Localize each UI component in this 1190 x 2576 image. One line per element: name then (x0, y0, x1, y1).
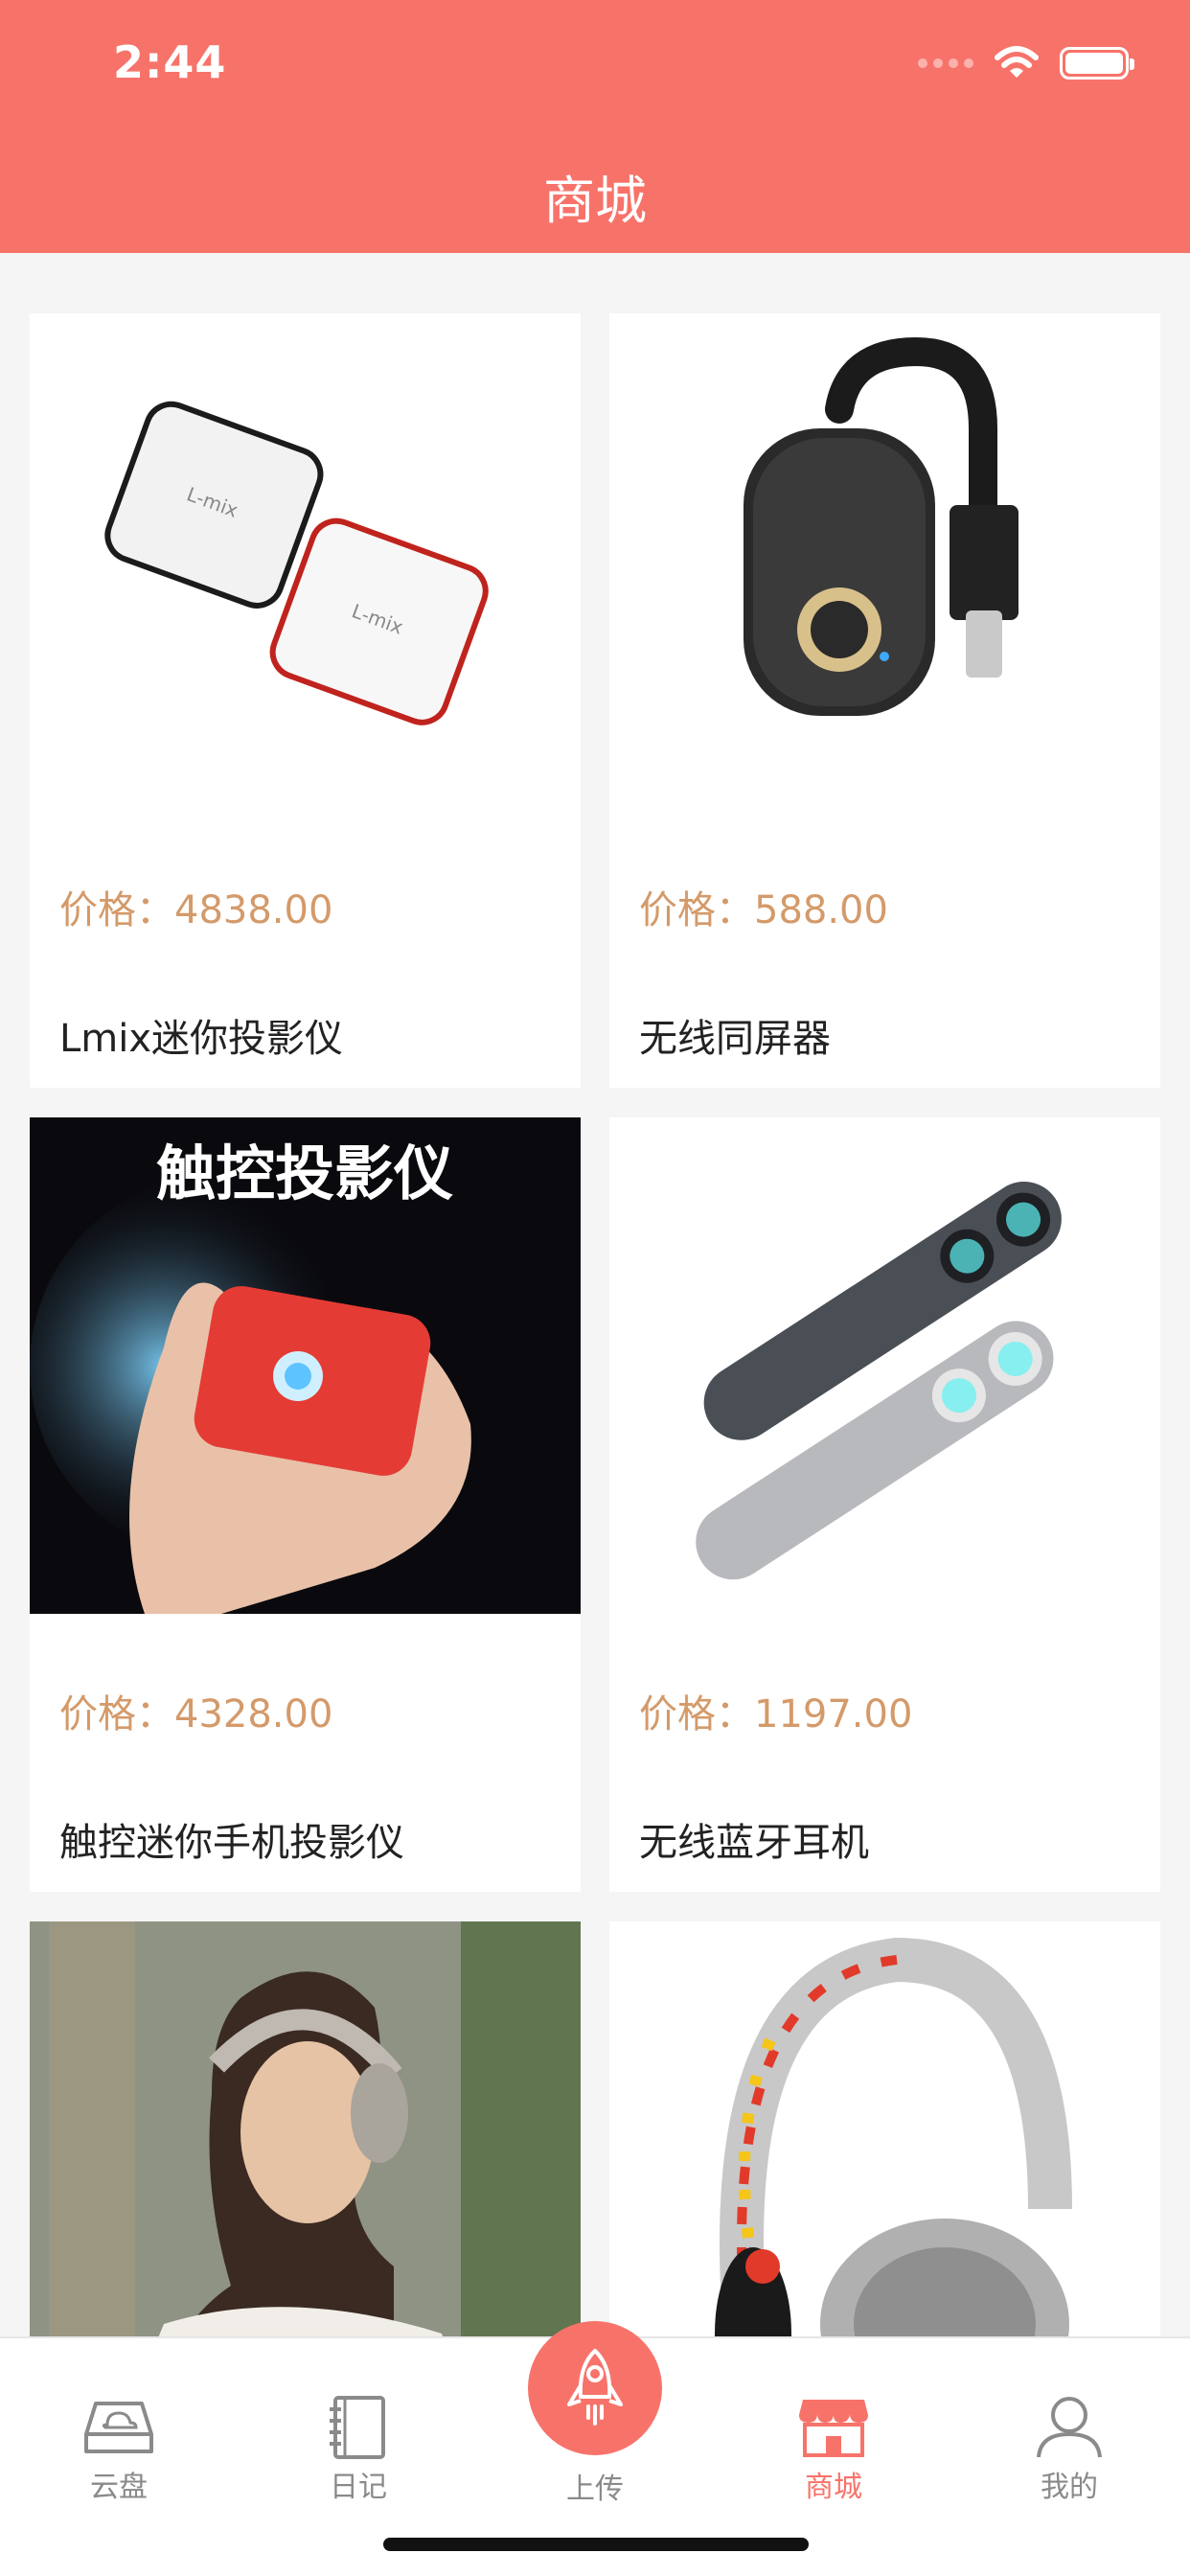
status-icons (918, 46, 1134, 80)
product-name: Lmix迷你投影仪 (59, 1017, 344, 1061)
page-title: 商城 (543, 171, 647, 231)
product-image[interactable] (609, 1117, 1160, 1614)
product-image[interactable]: 触控投影仪 (30, 1117, 581, 1614)
upload-label: 上传 (566, 2472, 624, 2506)
product-card[interactable] (609, 1921, 1160, 2336)
tab-label: 我的 (1041, 2471, 1098, 2504)
battery-icon (1060, 47, 1134, 80)
home-indicator (383, 2538, 809, 2551)
wifi-icon (995, 46, 1039, 78)
product-image[interactable] (609, 313, 1160, 810)
rocket-icon (567, 2349, 623, 2426)
tab-cloud-disk[interactable]: 云盘 (42, 2396, 195, 2505)
product-grid[interactable]: L-mix L-mix 价格：4838.00 Lmix迷你投影仪 价格：588.… (0, 253, 1190, 2336)
product-image[interactable] (30, 1921, 581, 2336)
product-price: 价格：588.00 (639, 888, 888, 932)
product-name: 无线蓝牙耳机 (639, 1821, 869, 1865)
product-price: 价格：4838.00 (59, 888, 333, 932)
app-header: 2:44 商城 (0, 0, 1190, 253)
product-card[interactable]: 价格：588.00 无线同屏器 (609, 313, 1160, 1088)
tab-label: 日记 (330, 2471, 387, 2504)
status-time: 2:44 (113, 36, 227, 88)
product-card[interactable] (30, 1921, 581, 2336)
user-icon (1037, 2397, 1102, 2458)
product-price: 价格：4328.00 (59, 1692, 333, 1736)
product-image[interactable] (609, 1921, 1160, 2336)
promo-image-text: 触控投影仪 (156, 1138, 453, 1208)
notebook-icon (330, 2396, 385, 2459)
product-card[interactable]: 价格：1197.00 无线蓝牙耳机 (609, 1117, 1160, 1892)
cloud-disk-icon (84, 2402, 153, 2453)
product-image[interactable]: L-mix L-mix (30, 313, 581, 810)
product-price: 价格：1197.00 (639, 1692, 913, 1736)
signal-icon (918, 58, 973, 68)
tab-label: 商城 (805, 2471, 862, 2504)
shop-icon (799, 2400, 868, 2457)
upload-button[interactable] (528, 2321, 662, 2455)
tab-diary[interactable]: 日记 (282, 2396, 435, 2505)
product-name: 无线同屏器 (639, 1017, 831, 1061)
tab-label: 云盘 (90, 2471, 148, 2504)
tab-shop[interactable]: 商城 (757, 2396, 910, 2505)
tab-profile[interactable]: 我的 (993, 2396, 1146, 2505)
product-name: 触控迷你手机投影仪 (59, 1821, 404, 1865)
product-card[interactable]: L-mix L-mix 价格：4838.00 Lmix迷你投影仪 (30, 313, 581, 1088)
product-card[interactable]: 触控投影仪 价格：4328.00 触控迷你手机投影仪 (30, 1117, 581, 1892)
